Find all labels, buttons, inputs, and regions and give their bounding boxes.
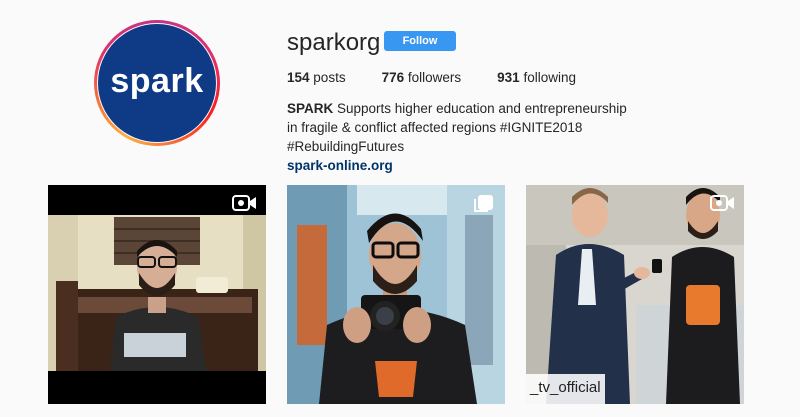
posts-count: 154 xyxy=(287,70,310,85)
post-3-image xyxy=(526,185,744,404)
post-2-image xyxy=(287,185,505,404)
post-1-image xyxy=(48,185,266,404)
profile-bio: SPARK Supports higher education and entr… xyxy=(287,99,627,175)
video-camera-icon xyxy=(232,195,256,211)
post-thumbnail-3[interactable]: _tv_official xyxy=(526,185,744,404)
post-caption-overlay: _tv_official xyxy=(526,374,605,404)
bio-website-link[interactable]: spark-online.org xyxy=(287,156,627,175)
bio-name: SPARK xyxy=(287,101,334,116)
posts-stat: 154 posts xyxy=(287,69,346,87)
profile-stats: 154 posts 776 followers 931 following xyxy=(287,69,612,87)
profile-username: sparkorg xyxy=(287,29,381,56)
posts-label: posts xyxy=(313,70,346,85)
following-count: 931 xyxy=(497,70,520,85)
bio-text: Supports higher education and entreprene… xyxy=(287,101,627,154)
spark-logo: spark xyxy=(110,61,204,100)
avatar: spark xyxy=(98,24,216,142)
follow-button[interactable]: Follow xyxy=(384,31,456,51)
followers-stat[interactable]: 776 followers xyxy=(382,69,462,87)
followers-count: 776 xyxy=(381,70,405,85)
following-stat[interactable]: 931 following xyxy=(497,69,576,87)
post-thumbnail-2[interactable] xyxy=(287,185,505,404)
followers-label: followers xyxy=(407,70,462,85)
video-camera-icon xyxy=(710,195,734,211)
following-label: following xyxy=(523,70,576,85)
profile-avatar[interactable]: spark xyxy=(94,20,220,146)
carousel-icon xyxy=(474,195,493,212)
post-thumbnail-1[interactable] xyxy=(48,185,266,404)
